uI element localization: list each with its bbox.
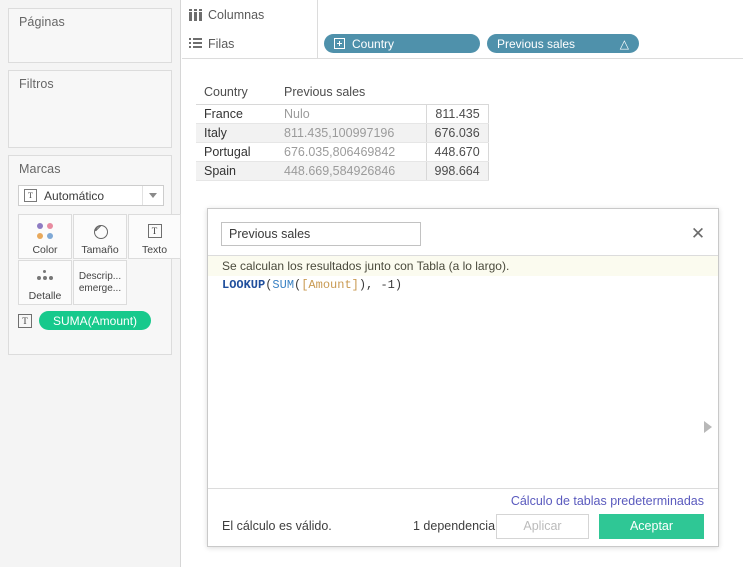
marks-detail-button[interactable]: Detalle [18,260,72,305]
formula-text[interactable]: LOOKUP(SUM([Amount]), -1) [208,276,718,295]
formula-aggregate: SUM [272,278,295,292]
formula-separator: , [366,278,381,292]
marks-card: Marcas T Automático Color Tamaño T Texto… [8,155,181,355]
chevron-down-icon[interactable] [142,186,163,205]
rows-icon [182,38,208,49]
cell-country: Portugal [196,142,276,162]
dependencies-dropdown[interactable]: 1 dependencia [413,519,510,533]
text-mark-icon: T [24,189,37,202]
left-sidebar: Páginas Filtros Marcas T Automático Colo… [0,0,181,567]
cell-previous-sales: 676.035,806469842 [276,142,427,162]
rows-shelf-dropzone[interactable]: Country Previous sales △ [318,29,743,58]
marks-type-selector[interactable]: T Automático [18,185,164,206]
marks-text-button[interactable]: T Texto [128,214,181,259]
pages-card[interactable]: Páginas [8,8,172,63]
close-icon[interactable]: ✕ [687,222,709,244]
expand-arrow-icon[interactable] [704,421,712,433]
marks-size-label: Tamaño [81,243,119,256]
marks-tooltip-label-line1: Descrip... [78,270,122,282]
table-row[interactable]: France Nulo 811.435 [196,104,489,124]
marks-tooltip-button[interactable]: Descrip... emerge... [73,260,127,305]
columns-shelf-label-box: Columnas [182,0,318,29]
filters-card-title: Filtros [19,77,54,91]
formula-close-paren: ) [394,278,403,292]
table-calc-hint: Se calculan los resultados junto con Tab… [208,256,718,276]
marks-card-title: Marcas [19,162,61,176]
cell-previous-sales: 811.435,100997196 [276,123,427,143]
table-row[interactable]: Spain 448.669,584926846 998.664 [196,161,489,181]
cell-country: France [196,104,276,124]
ok-button[interactable]: Aceptar [599,513,704,539]
formula-argument: -1 [380,278,395,292]
marks-color-label: Color [32,243,58,256]
cell-value: 676.036 [426,123,489,143]
cell-country: Italy [196,123,276,143]
rows-shelf-label-box: Filas [182,29,318,58]
color-dots-icon [36,218,54,244]
cell-country: Spain [196,161,276,181]
cell-previous-sales: Nulo [276,104,427,124]
columns-shelf-label: Columnas [208,7,265,22]
table-header-country: Country [196,85,276,105]
pill-country[interactable]: Country [324,34,480,53]
formula-field: [Amount] [301,278,359,292]
rows-shelf-label: Filas [208,36,235,51]
detail-dots-icon [35,264,55,290]
formula-agg-close-paren: ) [358,278,367,292]
text-t-icon: T [147,218,162,244]
table-header-previous-sales: Previous sales [276,85,489,105]
pages-card-title: Páginas [19,15,65,29]
marks-tooltip-label-line2: emerge... [78,282,122,294]
table-row[interactable]: Portugal 676.035,806469842 448.670 [196,142,489,162]
table-calc-delta-icon: △ [619,36,629,51]
marks-size-button[interactable]: Tamaño [73,214,127,259]
table-header-row: Country Previous sales [196,85,489,105]
pill-country-label: Country [352,36,395,51]
pill-previous-sales-label: Previous sales [497,36,576,51]
formula-editor[interactable]: Se calculan los resultados junto con Tab… [208,255,718,489]
rows-shelf[interactable]: Filas Country Previous sales △ [182,29,743,59]
plus-box-icon[interactable] [334,38,345,49]
columns-shelf[interactable]: Columnas [182,0,743,30]
columns-shelf-dropzone[interactable] [318,0,743,29]
calculated-field-dialog: ✕ Se calculan los resultados junto con T… [207,208,719,547]
formula-function: LOOKUP [222,278,266,292]
marks-type-value: Automático [44,188,105,203]
columns-icon [182,8,208,21]
calculation-status: El cálculo es válido. [222,519,332,533]
apply-button[interactable]: Aplicar [496,513,589,539]
dialog-footer: El cálculo es válido. 1 dependencia Apli… [208,506,718,546]
marks-color-button[interactable]: Color [18,214,72,259]
table-row[interactable]: Italy 811.435,100997196 676.036 [196,123,489,143]
calculation-name-input[interactable] [221,222,421,246]
cell-value: 811.435 [426,104,489,124]
marks-detail-label: Detalle [28,289,62,302]
data-table: Country Previous sales France Nulo 811.4… [196,85,489,181]
pill-previous-sales[interactable]: Previous sales △ [487,34,639,53]
cell-previous-sales: 448.669,584926846 [276,161,427,181]
marks-text-label: Texto [141,243,168,256]
marks-pill-row: T SUMA(Amount) [18,311,152,330]
marks-measure-pill[interactable]: SUMA(Amount) [39,311,152,330]
filters-card[interactable]: Filtros [8,70,172,148]
cell-value: 448.670 [426,142,489,162]
cell-value: 998.664 [426,161,489,181]
dependencies-label: 1 dependencia [413,519,496,533]
text-t-icon: T [18,313,32,328]
size-circle-icon [88,218,112,244]
